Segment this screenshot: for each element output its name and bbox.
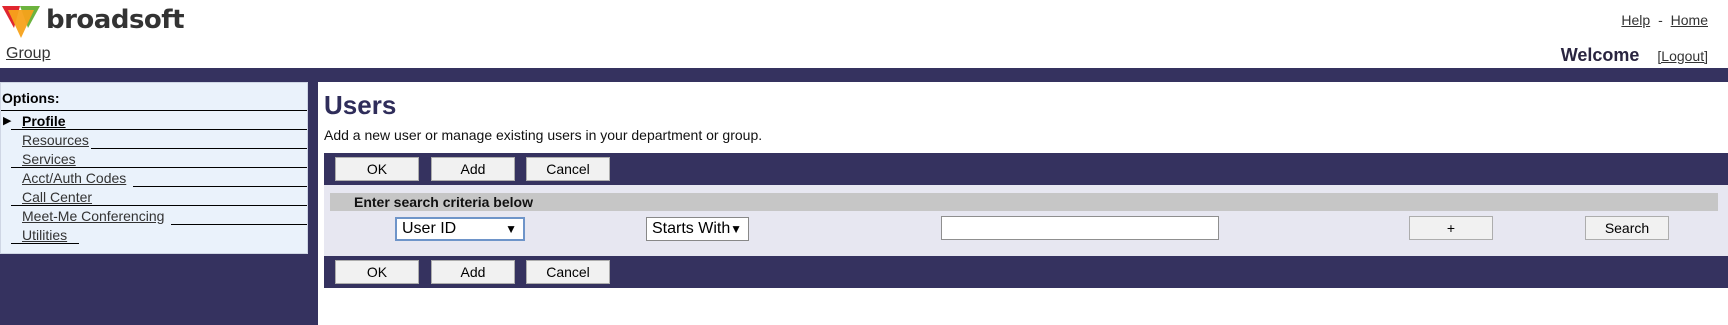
broadsoft-logo-icon [2, 6, 40, 38]
sidebar-item-label[interactable]: Resources [22, 132, 89, 148]
search-header-label: Enter search criteria below [354, 194, 533, 210]
ok-button[interactable]: OK [335, 157, 419, 181]
brand-name: broadsoft [46, 5, 185, 35]
help-link[interactable]: Help [1621, 12, 1650, 28]
welcome-text: Welcome [1560, 45, 1640, 65]
chevron-down-icon: ▼ [505, 222, 517, 236]
top-button-bar: OK Add Cancel [324, 153, 1728, 185]
search-mode-value: Starts With [652, 220, 731, 237]
top-links: Help - Home [1621, 12, 1708, 28]
search-input[interactable] [941, 216, 1219, 240]
cancel-button-bottom[interactable]: Cancel [526, 260, 610, 284]
add-button[interactable]: Add [431, 157, 515, 181]
link-separator: - [1658, 12, 1663, 28]
options-title: Options: [1, 83, 307, 111]
welcome-area: Welcome [Logout] [1561, 45, 1708, 66]
sidebar-item-meet-me-conferencing[interactable]: Meet-Me Conferencing [1, 206, 307, 225]
logout-link[interactable]: [Logout] [1657, 48, 1708, 64]
sidebar-item-services[interactable]: Services [1, 149, 307, 168]
sidebar-item-resources[interactable]: Resources [1, 130, 307, 149]
sidebar-item-label[interactable]: Meet-Me Conferencing [22, 208, 164, 224]
sidebar-item-acct-auth-codes[interactable]: Acct/Auth Codes [1, 168, 307, 187]
search-panel: Enter search criteria below User ID ▼ St… [324, 185, 1728, 256]
sidebar-item-label[interactable]: Utilities [22, 227, 67, 243]
search-field-select[interactable]: User ID ▼ [395, 217, 525, 241]
add-button-bottom[interactable]: Add [431, 260, 515, 284]
group-link[interactable]: Group [6, 45, 50, 63]
divider [11, 243, 79, 244]
sidebar-item-profile[interactable]: ▶ Profile [1, 111, 307, 130]
chevron-down-icon: ▼ [730, 222, 742, 236]
broadsoft-logo: broadsoft [0, 0, 185, 40]
bottom-button-bar: OK Add Cancel [324, 256, 1728, 288]
page-title: Users [324, 90, 397, 120]
add-criteria-button[interactable]: + [1409, 216, 1493, 240]
current-arrow-icon: ▶ [3, 115, 12, 127]
sidebar-item-label[interactable]: Acct/Auth Codes [22, 170, 126, 186]
search-field-value: User ID [402, 220, 457, 237]
sidebar-item-label[interactable]: Call Center [22, 189, 92, 205]
cancel-button[interactable]: Cancel [526, 157, 610, 181]
search-button[interactable]: Search [1585, 216, 1669, 240]
home-link[interactable]: Home [1671, 12, 1708, 28]
sidebar-item-utilities[interactable]: Utilities [1, 225, 307, 244]
sidebar-item-label[interactable]: Profile [22, 113, 66, 129]
ok-button-bottom[interactable]: OK [335, 260, 419, 284]
search-mode-select[interactable]: Starts With ▼ [646, 217, 749, 241]
top-bar [0, 68, 1728, 82]
options-panel: Options: ▶ Profile Resources Services Ac… [0, 82, 308, 254]
sidebar-item-label[interactable]: Services [22, 151, 76, 167]
search-header: Enter search criteria below [330, 193, 1718, 211]
sidebar-item-call-center[interactable]: Call Center [1, 187, 307, 206]
page-description: Add a new user or manage existing users … [324, 127, 763, 143]
